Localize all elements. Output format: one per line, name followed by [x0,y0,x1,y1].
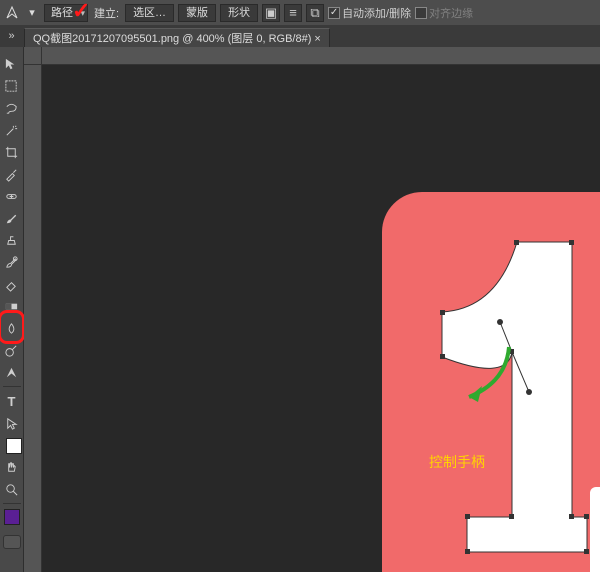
tool-separator [3,386,21,387]
make-shape-button[interactable]: 形状 [220,4,258,22]
eraser-tool[interactable] [2,274,22,294]
tool-mode-select[interactable]: 路径 [44,4,88,22]
auto-add-delete-checkbox[interactable]: ✓ 自动添加/删除 [328,5,411,21]
zoom-tool[interactable] [2,479,22,499]
quick-mask-toggle[interactable] [3,535,21,549]
ruler-origin [24,47,42,65]
path-op-combine-icon[interactable]: ▣ [262,4,280,22]
gradient-tool[interactable] [2,296,22,316]
document-canvas[interactable] [382,192,600,572]
document-tab[interactable]: QQ截图20171207095501.png @ 400% (图层 0, RGB… [24,28,330,47]
background-color-swatch[interactable] [6,438,22,454]
checkbox-icon [415,7,427,19]
marquee-tool[interactable] [2,76,22,96]
document-tab-title: QQ截图20171207095501.png @ 400% (图层 0, RGB… [33,30,321,46]
hand-tool[interactable] [2,457,22,477]
path-align-icon[interactable]: ≡ [284,4,302,22]
ruler-vertical [24,65,42,572]
eyedropper-tool[interactable] [2,164,22,184]
history-brush-tool[interactable] [2,252,22,272]
move-tool[interactable] [2,54,22,74]
magic-wand-tool[interactable] [2,120,22,140]
annotation-text: 控制手柄 [429,452,485,472]
crop-tool[interactable] [2,142,22,162]
document-tab-bar: » QQ截图20171207095501.png @ 400% (图层 0, R… [0,25,600,47]
dodge-tool[interactable] [2,340,22,360]
pen-tool[interactable] [2,362,22,382]
number-one-path[interactable] [437,237,592,557]
brush-tool[interactable] [2,208,22,228]
path-arrange-icon[interactable]: ⧉ [306,4,324,22]
blur-tool[interactable] [2,318,22,338]
options-bar: ▾ 路径 ✓ 建立: 选区… 蒙版 形状 ▣ ≡ ⧉ ✓ 自动添加/删除 对齐边… [0,0,600,25]
align-edges-label: 对齐边缘 [429,5,473,21]
checkbox-icon: ✓ [328,7,340,19]
spot-heal-tool[interactable] [2,186,22,206]
pen-tool-icon [4,5,20,21]
foreground-color-swatch[interactable] [4,509,20,525]
make-label: 建立: [92,5,121,21]
align-edges-checkbox: 对齐边缘 [415,5,473,21]
ruler-horizontal [42,47,600,65]
path-selection-tool[interactable] [2,413,22,433]
expand-docs-icon[interactable]: » [4,28,19,43]
tools-panel: T [0,47,24,572]
make-mask-button[interactable]: 蒙版 [178,4,216,22]
dropdown-arrow-icon[interactable]: ▾ [24,5,40,21]
clone-stamp-tool[interactable] [2,230,22,250]
tool-separator [3,503,21,504]
make-selection-button[interactable]: 选区… [125,4,174,22]
canvas-workspace[interactable]: 控制手柄 [24,47,600,572]
type-tool[interactable]: T [2,391,22,411]
lasso-tool[interactable] [2,98,22,118]
auto-add-delete-label: 自动添加/删除 [342,5,411,21]
